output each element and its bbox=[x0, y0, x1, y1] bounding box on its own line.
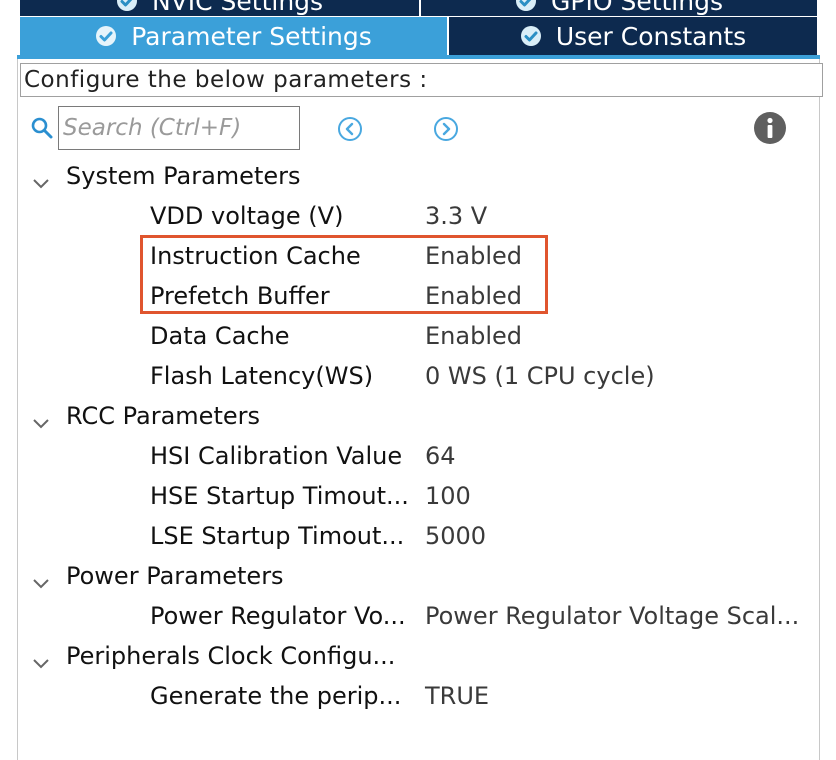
param-row[interactable]: Generate the perip... TRUE bbox=[0, 677, 836, 717]
param-name: VDD voltage (V) bbox=[150, 202, 344, 230]
tab-nvic-label: NVIC Settings bbox=[151, 0, 324, 16]
param-row[interactable]: VDD voltage (V) 3.3 V bbox=[0, 197, 836, 237]
tree-group-system-parameters: System Parameters bbox=[0, 157, 836, 197]
param-name: Power Regulator Vo... bbox=[150, 602, 406, 630]
param-value: 3.3 V bbox=[425, 202, 488, 230]
group-label: Peripherals Clock Configu... bbox=[66, 642, 396, 670]
search-input[interactable] bbox=[58, 106, 300, 150]
param-row[interactable]: Power Regulator Vo... Power Regulator Vo… bbox=[0, 597, 836, 637]
param-name: LSE Startup Timout... bbox=[150, 522, 405, 550]
param-name: Prefetch Buffer bbox=[150, 282, 330, 310]
param-value: Enabled bbox=[425, 242, 522, 270]
tree-group-power-parameters: Power Parameters bbox=[0, 557, 836, 597]
info-icon[interactable] bbox=[753, 111, 787, 145]
param-row[interactable]: HSE Startup Timout... 100 bbox=[0, 477, 836, 517]
param-value: 0 WS (1 CPU cycle) bbox=[425, 362, 655, 390]
tab-gpio-label: GPIO Settings bbox=[551, 0, 723, 16]
tree-group-peripherals-clock: Peripherals Clock Configu... bbox=[0, 637, 836, 677]
search-icon[interactable] bbox=[30, 116, 54, 140]
tab-parameter-settings-label: Parameter Settings bbox=[131, 21, 372, 51]
chevron-down-icon[interactable] bbox=[31, 409, 51, 429]
param-name: Generate the perip... bbox=[150, 682, 402, 710]
param-value: TRUE bbox=[425, 682, 490, 710]
param-row[interactable]: LSE Startup Timout... 5000 bbox=[0, 517, 836, 557]
tab-gpio-settings[interactable]: GPIO Settings bbox=[421, 0, 817, 16]
circle-arrow-right-icon[interactable] bbox=[433, 116, 459, 142]
param-name: Flash Latency(WS) bbox=[150, 362, 374, 390]
param-row[interactable]: HSI Calibration Value 64 bbox=[0, 437, 836, 477]
chevron-down-icon[interactable] bbox=[31, 649, 51, 669]
param-name: Instruction Cache bbox=[150, 242, 361, 270]
param-row[interactable]: Prefetch Buffer Enabled bbox=[0, 277, 836, 317]
param-name: HSE Startup Timout... bbox=[150, 482, 409, 510]
chevron-down-icon[interactable] bbox=[31, 569, 51, 589]
param-value: Enabled bbox=[425, 322, 522, 350]
group-label: System Parameters bbox=[66, 162, 301, 190]
param-row[interactable]: Data Cache Enabled bbox=[0, 317, 836, 357]
tab-user-constants[interactable]: User Constants bbox=[449, 17, 817, 55]
param-row[interactable]: Instruction Cache Enabled bbox=[0, 237, 836, 277]
group-label: Power Parameters bbox=[66, 562, 284, 590]
check-circle-icon bbox=[515, 0, 537, 12]
check-circle-icon bbox=[520, 25, 542, 47]
param-value: Power Regulator Voltage Scal... bbox=[425, 602, 800, 630]
parameter-settings-panel: NVIC Settings GPIO Settings Parameter Se… bbox=[0, 0, 836, 760]
circle-arrow-left-icon[interactable] bbox=[337, 116, 363, 142]
group-label: RCC Parameters bbox=[66, 402, 260, 430]
param-name: Data Cache bbox=[150, 322, 290, 350]
param-name: HSI Calibration Value bbox=[150, 442, 403, 470]
check-circle-icon bbox=[116, 0, 138, 12]
param-value: Enabled bbox=[425, 282, 522, 310]
param-row[interactable]: Flash Latency(WS) 0 WS (1 CPU cycle) bbox=[0, 357, 836, 397]
tab-parameter-settings[interactable]: Parameter Settings bbox=[20, 17, 447, 55]
param-value: 5000 bbox=[425, 522, 487, 550]
configure-header: Configure the below parameters : bbox=[20, 63, 823, 97]
tab-nvic-settings[interactable]: NVIC Settings bbox=[20, 0, 419, 16]
tree-group-rcc-parameters: RCC Parameters bbox=[0, 397, 836, 437]
chevron-down-icon[interactable] bbox=[31, 169, 51, 189]
tab-user-constants-label: User Constants bbox=[555, 21, 747, 51]
check-circle-icon bbox=[95, 25, 117, 47]
param-value: 100 bbox=[425, 482, 471, 510]
param-value: 64 bbox=[425, 442, 456, 470]
